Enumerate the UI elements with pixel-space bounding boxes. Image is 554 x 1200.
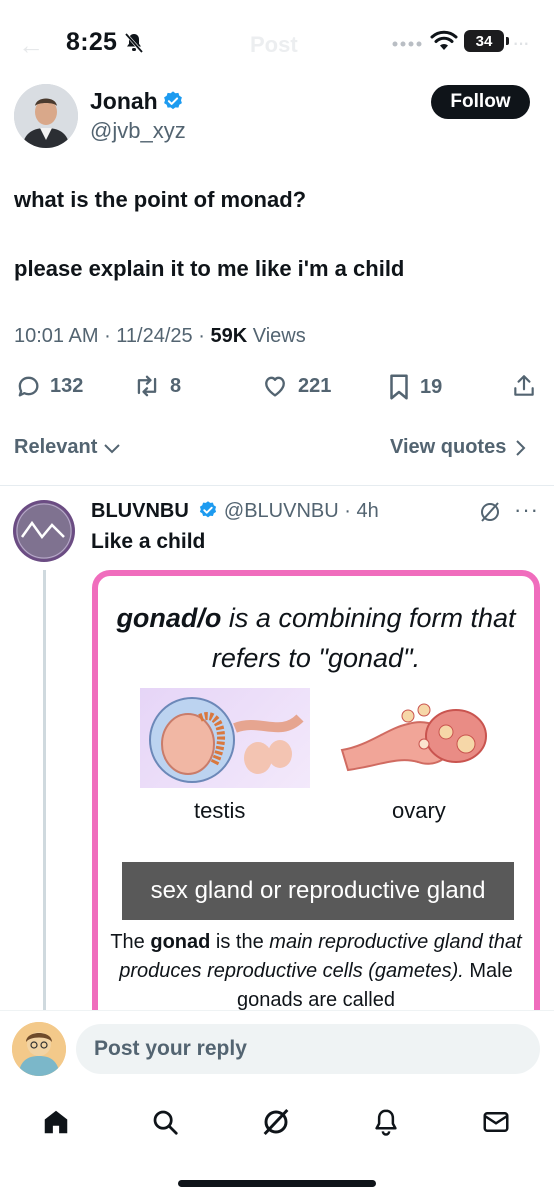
tab-grok[interactable] [256, 1102, 296, 1142]
cartoon-avatar-icon [12, 1022, 66, 1076]
like-action[interactable]: 221 [260, 372, 331, 400]
repost-icon [137, 375, 157, 397]
tweet-views-label: Views [252, 325, 306, 347]
view-quotes-label: View quotes [390, 436, 507, 458]
media-title-term: gonad/o [116, 603, 222, 633]
reply-header: BLUVNBU @BLUVNBU · 4h [91, 500, 379, 523]
tweet-meta: 10:01 AM · 11/24/25 · 59K Views [14, 325, 306, 347]
like-count: 221 [298, 374, 332, 397]
tweet-date[interactable]: 11/24/25 [116, 325, 192, 347]
tab-home[interactable] [36, 1102, 76, 1142]
mail-icon [483, 1112, 509, 1132]
author-avatar[interactable] [14, 84, 78, 148]
tab-messages[interactable] [476, 1102, 516, 1142]
reply-media-image[interactable]: gonad/o is a combining form that refers … [92, 570, 540, 1040]
section-divider [0, 485, 554, 486]
verified-badge-icon [163, 91, 182, 110]
author-handle[interactable]: @jvb_xyz [90, 118, 186, 144]
ovary-illustration [338, 688, 498, 788]
home-icon [44, 1110, 68, 1134]
ovary-label: ovary [392, 798, 446, 823]
nav-title: Post [250, 32, 298, 57]
battery-indicator: 34 [464, 30, 504, 52]
repost-count: 8 [170, 374, 182, 397]
reply-age: 4h [356, 500, 379, 522]
back-arrow-icon[interactable]: ← [18, 30, 44, 61]
silent-mode-icon [124, 33, 144, 53]
sort-dropdown[interactable]: Relevant [14, 436, 121, 459]
battery-tip [506, 37, 509, 45]
tab-search[interactable] [145, 1102, 185, 1142]
more-options-icon[interactable]: ··· [512, 30, 530, 56]
tweet-time[interactable]: 10:01 AM [14, 325, 99, 347]
author-name-text: Jonah [90, 88, 158, 114]
media-title-rest: is a combining form that refers to "gona… [211, 603, 516, 673]
reply-author-handle[interactable]: @BLUVNBU [224, 500, 339, 522]
tab-notifications[interactable] [366, 1102, 406, 1142]
author-photo-icon [14, 84, 78, 148]
view-quotes-link[interactable]: View quotes [390, 436, 526, 459]
wave-logo-icon [16, 503, 72, 559]
home-indicator [178, 1180, 376, 1187]
author-name[interactable]: Jonah [90, 88, 184, 115]
testis-label: testis [194, 798, 246, 823]
verified-badge-icon [200, 501, 217, 518]
definition-band: sex gland or reproductive gland [122, 862, 514, 920]
search-icon [153, 1110, 178, 1135]
heart-icon [265, 376, 285, 397]
body-term: gonad [150, 931, 211, 953]
tweet-text-line-1: what is the point of monad? [14, 187, 307, 212]
tweet-views-count: 59K [210, 325, 248, 347]
grok-icon[interactable] [478, 500, 502, 524]
status-time: 8:25 [66, 28, 118, 56]
cellular-signal-icon [392, 41, 422, 47]
reply-text: Like a child [91, 530, 206, 553]
bookmark-icon [390, 374, 408, 400]
grok-icon [263, 1108, 289, 1136]
share-icon [514, 375, 534, 396]
bookmark-action[interactable]: 19 [386, 372, 442, 402]
reply-avatar[interactable] [13, 500, 75, 562]
share-action[interactable] [511, 372, 537, 400]
reply-avatar-image [16, 503, 72, 559]
chevron-down-icon [104, 443, 121, 453]
reply-count: 132 [50, 374, 84, 397]
sort-label: Relevant [14, 436, 98, 458]
wifi-icon [430, 30, 458, 50]
bell-icon [375, 1109, 397, 1136]
media-body-text: The gonad is the main reproductive gland… [98, 928, 534, 1015]
body-prefix: The [110, 931, 151, 953]
media-title: gonad/o is a combining form that refers … [98, 598, 534, 678]
tweet-text-line-2: please explain it to me like i'm a child [14, 256, 405, 281]
reply-author-name[interactable]: BLUVNBU [91, 500, 189, 522]
current-user-avatar[interactable] [12, 1022, 66, 1076]
thread-line [43, 570, 46, 1010]
reply-action[interactable]: 132 [14, 372, 83, 400]
reply-input[interactable] [76, 1024, 540, 1074]
follow-button[interactable]: Follow [431, 85, 530, 119]
testis-illustration [140, 688, 310, 788]
bookmark-count: 19 [420, 375, 443, 398]
body-mid: is the [210, 931, 270, 953]
repost-action[interactable]: 8 [132, 372, 181, 400]
chevron-right-icon [516, 439, 526, 456]
reply-icon [18, 376, 39, 397]
reply-separator: · [338, 500, 357, 522]
reply-more-icon[interactable]: ··· [514, 497, 539, 523]
